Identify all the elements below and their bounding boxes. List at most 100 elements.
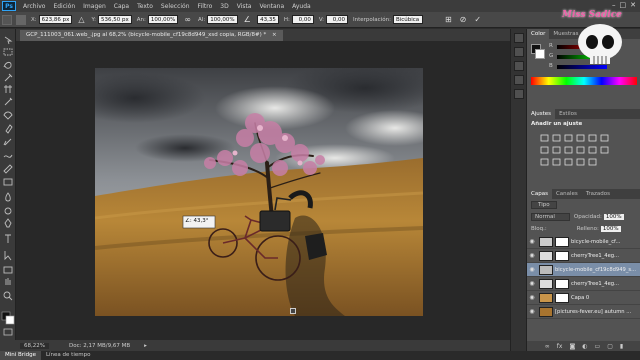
height-field[interactable]: 100,00%	[207, 15, 238, 24]
width-label: An:	[136, 16, 146, 23]
layer-name[interactable]: [pictures-fever.eu] autumn ...	[555, 309, 631, 315]
type-tool-icon	[5, 234, 11, 243]
menu-seleccion[interactable]: Selección	[157, 3, 194, 10]
document-tab-close-icon[interactable]: ×	[272, 32, 277, 38]
quick-mask-icon	[3, 328, 13, 336]
tab-styles[interactable]: Estilos	[555, 109, 581, 119]
layer-name[interactable]: cherryTree1_4eg...	[571, 281, 619, 287]
brush-tool-icon	[5, 124, 13, 134]
tab-timeline[interactable]: Línea de tiempo	[41, 351, 96, 360]
layer-row[interactable]: ◉ cherryTree1_4eg...	[527, 277, 640, 291]
adjustment-layer-icon[interactable]: ◐	[582, 343, 587, 350]
visibility-eye-icon[interactable]: ◉	[527, 238, 537, 245]
blend-mode-select[interactable]: Normal	[531, 213, 570, 221]
layer-row[interactable]: ◉ [pictures-fever.eu] autumn ...	[527, 305, 640, 319]
reference-point-icon[interactable]	[16, 14, 26, 25]
layer-kind-select[interactable]: Tipo	[531, 201, 557, 209]
visibility-eye-icon[interactable]: ◉	[527, 252, 537, 259]
menu-filtro[interactable]: Filtro	[194, 3, 217, 10]
tools-panel	[0, 29, 16, 351]
menu-edicion[interactable]: Edición	[49, 3, 79, 10]
fx-icon[interactable]: fx	[557, 343, 563, 350]
tab-mini-bridge[interactable]: Mini Bridge	[0, 351, 41, 360]
link-layers-icon[interactable]: ∞	[545, 343, 550, 350]
menu-imagen[interactable]: Imagen	[79, 3, 110, 10]
add-mask-icon[interactable]: ◙	[569, 343, 575, 350]
color-spectrum-bar[interactable]	[531, 77, 637, 85]
x-field[interactable]: 623,86 px	[38, 15, 73, 24]
menu-3d[interactable]: 3D	[216, 3, 232, 10]
layers-blend-row: Normal Opacidad: 100%	[527, 211, 640, 223]
brush-panel-icon[interactable]	[513, 61, 524, 71]
tab-layers[interactable]: Capas	[527, 189, 552, 199]
photo-canvas[interactable]: ∠: 43,3°	[95, 68, 423, 316]
interpolation-select[interactable]: Bicúbica	[392, 15, 423, 24]
lock-label: Bloq.:	[531, 226, 547, 232]
fill-field[interactable]: 100%	[600, 226, 621, 232]
properties-panel-icon[interactable]	[513, 47, 524, 57]
character-panel-icon[interactable]	[513, 75, 524, 85]
menu-capa[interactable]: Capa	[110, 3, 133, 10]
menu-bar: Ps Archivo Edición Imagen Capa Texto Sel…	[0, 0, 640, 12]
document-tab[interactable]: GCP_111003_061.web_.jpg al 68,2% (bicycl…	[20, 30, 283, 41]
trash-icon[interactable]: ▮	[620, 343, 623, 350]
layer-row[interactable]: ◉ bicycle-mobile_cf...	[527, 235, 640, 249]
tab-color[interactable]: Color	[527, 29, 550, 39]
layer-mask-thumbnail[interactable]	[555, 292, 569, 303]
eyedropper-tool-icon	[4, 97, 13, 106]
channel-watermark: Miss Sadice	[556, 4, 640, 68]
visibility-eye-icon[interactable]: ◉	[527, 294, 537, 301]
angle-icon: ∠	[243, 15, 251, 24]
layer-name[interactable]: cherryTree1_4eg...	[571, 253, 619, 259]
canvas-area[interactable]: ∠: 43,3°	[16, 41, 510, 340]
layer-mask-thumbnail[interactable]	[555, 250, 569, 261]
background-color-swatch	[5, 315, 15, 325]
visibility-eye-icon[interactable]: ◉	[527, 266, 537, 273]
tab-adjustments[interactable]: Ajustes	[527, 109, 556, 119]
y-field[interactable]: 536,50 px	[98, 15, 132, 24]
status-arrow-icon[interactable]: ▸	[144, 343, 147, 349]
layer-row[interactable]: ◉ cherryTree1_4eg...	[527, 249, 640, 263]
v-skew-field[interactable]: 0,00	[326, 15, 349, 24]
width-field[interactable]: 100,00%	[147, 15, 179, 24]
delta-icon[interactable]: △	[78, 15, 84, 24]
paragraph-panel-icon[interactable]	[513, 89, 524, 99]
opacity-field[interactable]: 100%	[603, 214, 624, 220]
layer-name[interactable]: bicycle-mobile_cf19c8d949_s...	[555, 267, 636, 273]
menu-ventana[interactable]: Ventana	[255, 3, 288, 10]
layer-mask-thumbnail[interactable]	[555, 278, 569, 289]
blur-tool-icon	[5, 192, 11, 202]
layers-footer: ∞ fx ◙ ◐ ▭ ▢ ▮	[527, 341, 640, 351]
group-folder-icon[interactable]: ▭	[595, 343, 601, 350]
layer-thumbnail	[539, 236, 553, 247]
layer-row[interactable]: ◉ Capa 0	[527, 291, 640, 305]
visibility-eye-icon[interactable]: ◉	[527, 308, 537, 315]
history-panel-icon[interactable]	[513, 33, 524, 43]
layer-name[interactable]: bicycle-mobile_cf...	[571, 239, 620, 245]
tab-channels[interactable]: Canales	[552, 189, 582, 199]
cancel-icon[interactable]: ⊘	[460, 15, 467, 24]
zoom-level[interactable]: 68,22%	[20, 342, 49, 349]
layer-thumbnail	[539, 264, 553, 275]
warp-icon[interactable]: ⊞	[445, 15, 452, 24]
link-icon[interactable]: ∞	[184, 15, 191, 24]
menu-texto[interactable]: Texto	[133, 3, 157, 10]
transform-handle-bottom[interactable]	[290, 308, 296, 314]
layer-mask-thumbnail[interactable]	[555, 236, 569, 247]
menu-ayuda[interactable]: Ayuda	[288, 3, 315, 10]
adjustment-icons[interactable]	[527, 129, 640, 169]
interpolation-label: Interpolación:	[353, 16, 391, 23]
menu-archivo[interactable]: Archivo	[19, 3, 49, 10]
commit-icon[interactable]: ✓	[474, 15, 481, 24]
new-layer-icon[interactable]: ▢	[607, 343, 613, 350]
menu-vista[interactable]: Vista	[233, 3, 256, 10]
h-skew-field[interactable]: 0,00	[291, 15, 314, 24]
layer-name[interactable]: Capa 0	[571, 295, 589, 301]
g-label: G	[549, 53, 554, 59]
layer-row-selected[interactable]: ◉ bicycle-mobile_cf19c8d949_s...	[527, 263, 640, 277]
color-bg-swatch[interactable]	[535, 49, 545, 59]
visibility-eye-icon[interactable]: ◉	[527, 280, 537, 287]
transform-tool-icon[interactable]	[2, 14, 12, 25]
angle-field[interactable]: 43,35	[256, 15, 279, 24]
tab-paths[interactable]: Trazados	[582, 189, 614, 199]
